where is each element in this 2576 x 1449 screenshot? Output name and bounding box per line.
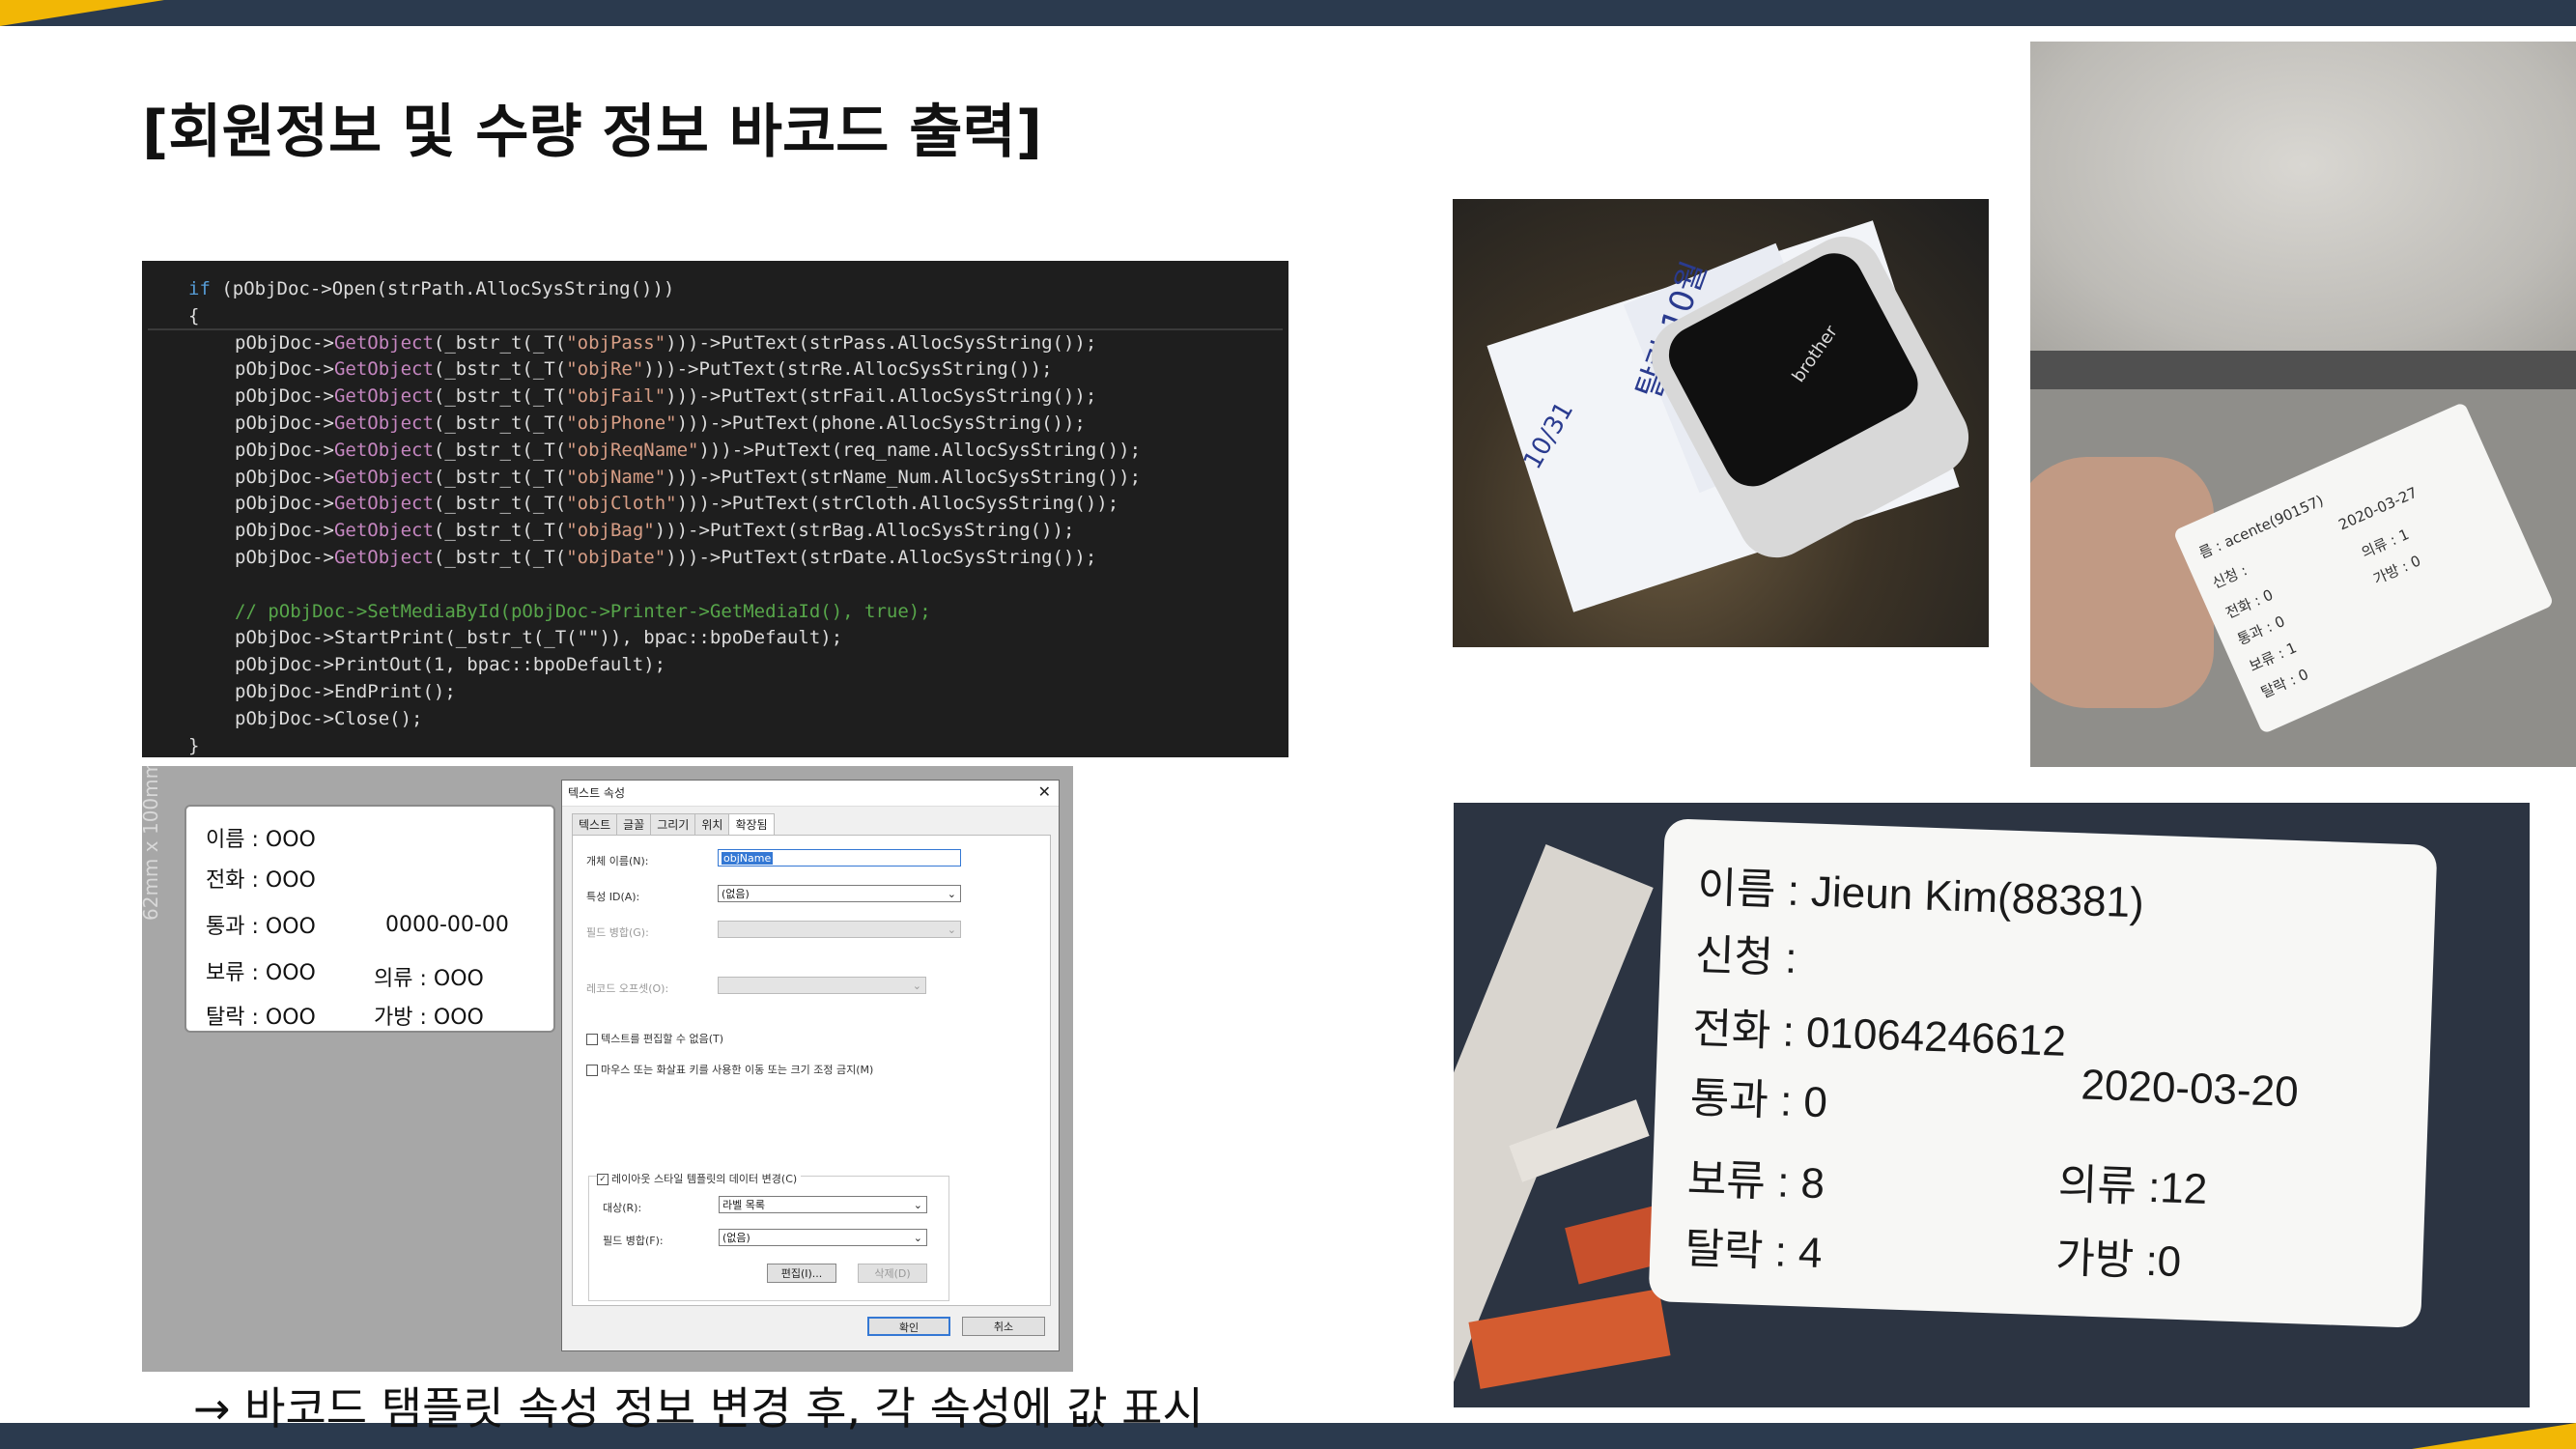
- code-put-line: pObjDoc->GetObject(_bstr_t(_T("objDate")…: [235, 546, 1097, 568]
- property-id-select[interactable]: (없음) ⌄: [718, 885, 961, 902]
- code-separator: [148, 328, 1283, 330]
- template-bag: 가방 : OOO: [374, 1006, 484, 1030]
- cancel-button[interactable]: 취소: [962, 1317, 1045, 1336]
- tab-extended[interactable]: 확장됨: [728, 813, 775, 835]
- code-panel: if (pObjDoc->Open(strPath.AllocSysString…: [142, 261, 1288, 757]
- edit-button[interactable]: 편집(I)...: [767, 1264, 836, 1283]
- photo-shadow: [2030, 351, 2576, 389]
- object-name-input[interactable]: objName: [718, 849, 961, 867]
- code-close-brace: }: [188, 734, 200, 756]
- field-merge2-label: 필드 병합(F):: [603, 1235, 664, 1247]
- label-fail: 탈락 : 4: [1684, 1225, 1824, 1278]
- code-put-line: pObjDoc->GetObject(_bstr_t(_T("objPass")…: [235, 331, 1097, 354]
- close-icon[interactable]: ✕: [1038, 782, 1051, 801]
- chevron-down-icon: ⌄: [947, 923, 956, 936]
- tab-text[interactable]: 텍스트: [572, 813, 618, 835]
- template-phone: 전화 : OOO: [206, 868, 316, 893]
- property-id-label: 특성 ID(A):: [586, 891, 640, 903]
- dialog-tabs: 텍스트 글꼴 그리기 위치 확장됨: [572, 813, 775, 835]
- target-select[interactable]: 라벨 목록 ⌄: [719, 1196, 927, 1213]
- photo-cloth: [2030, 42, 2576, 351]
- tab-position[interactable]: 위치: [694, 813, 730, 835]
- template-date: 0000-00-00: [385, 913, 509, 937]
- tab-font[interactable]: 글꼴: [616, 813, 652, 835]
- label-hold: 보류 : 8: [1686, 1155, 1826, 1208]
- label-date: 2020-03-20: [2080, 1061, 2300, 1117]
- target-label: 대상(R):: [603, 1202, 642, 1214]
- label-cloth: 의류 :12: [2057, 1160, 2209, 1214]
- chevron-down-icon: ⌄: [913, 1199, 922, 1211]
- label-pass: 통과 : 0: [1689, 1074, 1828, 1127]
- tab-draw[interactable]: 그리기: [650, 813, 696, 835]
- bottom-accent: [2412, 1423, 2576, 1449]
- template-name: 이름 : OOO: [206, 828, 316, 852]
- small-label-apply: 신청 :: [2209, 561, 2250, 592]
- record-offset-label: 레코드 오프셋(O):: [586, 982, 669, 995]
- top-accent: [0, 0, 164, 26]
- code-put-line: pObjDoc->GetObject(_bstr_t(_T("objReqNam…: [235, 439, 1142, 461]
- ok-button[interactable]: 확인: [867, 1317, 950, 1336]
- code-put-line: pObjDoc->GetObject(_bstr_t(_T("objCloth"…: [235, 493, 1119, 515]
- dialog-title: 텍스트 속성: [562, 781, 1059, 807]
- spin-icon: ⌄: [912, 980, 921, 992]
- template-fail: 탈락 : OOO: [206, 1006, 316, 1030]
- photo-hand: [2030, 457, 2214, 708]
- label-template-card: 이름 : OOO 전화 : OOO 통과 : OOO 0000-00-00 보류…: [184, 805, 555, 1033]
- label-phone: 전화 : 01064246612: [1691, 1005, 2067, 1065]
- text-properties-dialog: 텍스트 속성 ✕ 텍스트 글꼴 그리기 위치 확장됨 개체 이름(N): objName…: [561, 780, 1060, 1351]
- code-close: pObjDoc->Close();: [235, 707, 423, 729]
- top-bar: [0, 0, 2576, 26]
- template-editor-screenshot: 62mm x 100mm 이름 : OOO 전화 : OOO 통과 : OOO …: [142, 766, 1073, 1372]
- code-put-lines: pObjDoc->GetObject(_bstr_t(_T("objPass")…: [142, 330, 1288, 572]
- template-hold: 보류 : OOO: [206, 961, 316, 985]
- code-put-line: pObjDoc->GetObject(_bstr_t(_T("objPhone"…: [235, 412, 1086, 434]
- photo-fabric-stripe: [1468, 1289, 1671, 1389]
- bag-label-photo: 이름 : Jieun Kim(88381) 신청 : 전화 : 01064246…: [1454, 803, 2530, 1407]
- checkbox-icon: [586, 1065, 598, 1076]
- field-merge2-select[interactable]: (없음) ⌄: [719, 1229, 927, 1246]
- code-start-print: pObjDoc->StartPrint(_bstr_t(_T("")), bpa…: [235, 627, 843, 649]
- template-pass: 통과 : OOO: [206, 915, 316, 939]
- template-cloth: 의류 : OOO: [374, 967, 484, 991]
- record-offset-input[interactable]: ⌄: [718, 977, 926, 994]
- code-comment: // pObjDoc->SetMediaById(pObjDoc->Printe…: [235, 600, 931, 622]
- no-move-checkbox[interactable]: 마우스 또는 화살표 키를 사용한 이동 또는 크기 조정 금지(M): [586, 1062, 873, 1077]
- hand-label-photo: 름 : acente(90157) 신청 : 2020-03-27 전화 : 0…: [2030, 42, 2576, 767]
- check-icon: ✓: [597, 1174, 609, 1185]
- object-name-label: 개체 이름(N):: [586, 855, 649, 867]
- code-open-brace: {: [188, 304, 200, 327]
- checkbox-icon: [586, 1034, 598, 1045]
- field-merge-select[interactable]: ⌄: [718, 921, 961, 938]
- code-if-line: if (pObjDoc->Open(strPath.AllocSysString…: [188, 278, 675, 299]
- code-put-line: pObjDoc->GetObject(_bstr_t(_T("objFail")…: [235, 385, 1097, 408]
- small-label-date: 2020-03-27: [2335, 483, 2420, 534]
- printed-label-large: 이름 : Jieun Kim(88381) 신청 : 전화 : 01064246…: [1648, 818, 2438, 1328]
- delete-button[interactable]: 삭제(D): [858, 1264, 927, 1283]
- printer-photo: 탈락 10월 10/31 brother: [1453, 199, 1989, 647]
- extended-tab-panel: 개체 이름(N): objName 특성 ID(A): (없음) ⌄ 필드 병합(…: [572, 835, 1051, 1306]
- label-bag: 가방 :0: [2054, 1234, 2183, 1287]
- label-apply: 신청 :: [1694, 931, 1798, 983]
- code-print-out: pObjDoc->PrintOut(1, bpac::bpoDefault);: [235, 654, 666, 676]
- code-end-print: pObjDoc->EndPrint();: [235, 680, 456, 702]
- slide-title: [회원정보 및 수량 정보 바코드 출력]: [142, 99, 1043, 166]
- label-dimension-text: 62mm x 100mm: [142, 766, 162, 921]
- field-merge-label: 필드 병합(G):: [586, 926, 649, 939]
- chevron-down-icon: ⌄: [913, 1232, 922, 1244]
- chevron-down-icon: ⌄: [947, 888, 956, 900]
- layout-data-checkbox[interactable]: ✓ 레이아웃 스타일 템플릿의 데이터 변경(C): [597, 1171, 802, 1186]
- code-put-line: pObjDoc->GetObject(_bstr_t(_T("objBag"))…: [235, 520, 1075, 542]
- code-put-line: pObjDoc->GetObject(_bstr_t(_T("objRe")))…: [235, 358, 1053, 381]
- slide-caption: → 바코드 탬플릿 속성 정보 변경 후, 각 속성에 값 표시: [193, 1382, 1203, 1435]
- code-put-line: pObjDoc->GetObject(_bstr_t(_T("objName")…: [235, 466, 1142, 488]
- label-name: 이름 : Jieun Kim(88381): [1696, 864, 2145, 927]
- layout-group: ✓ 레이아웃 스타일 템플릿의 데이터 변경(C) 대상(R): 라벨 목록 ⌄ 필…: [588, 1171, 949, 1301]
- no-edit-checkbox[interactable]: 텍스트를 편집할 수 없음(T): [586, 1031, 723, 1046]
